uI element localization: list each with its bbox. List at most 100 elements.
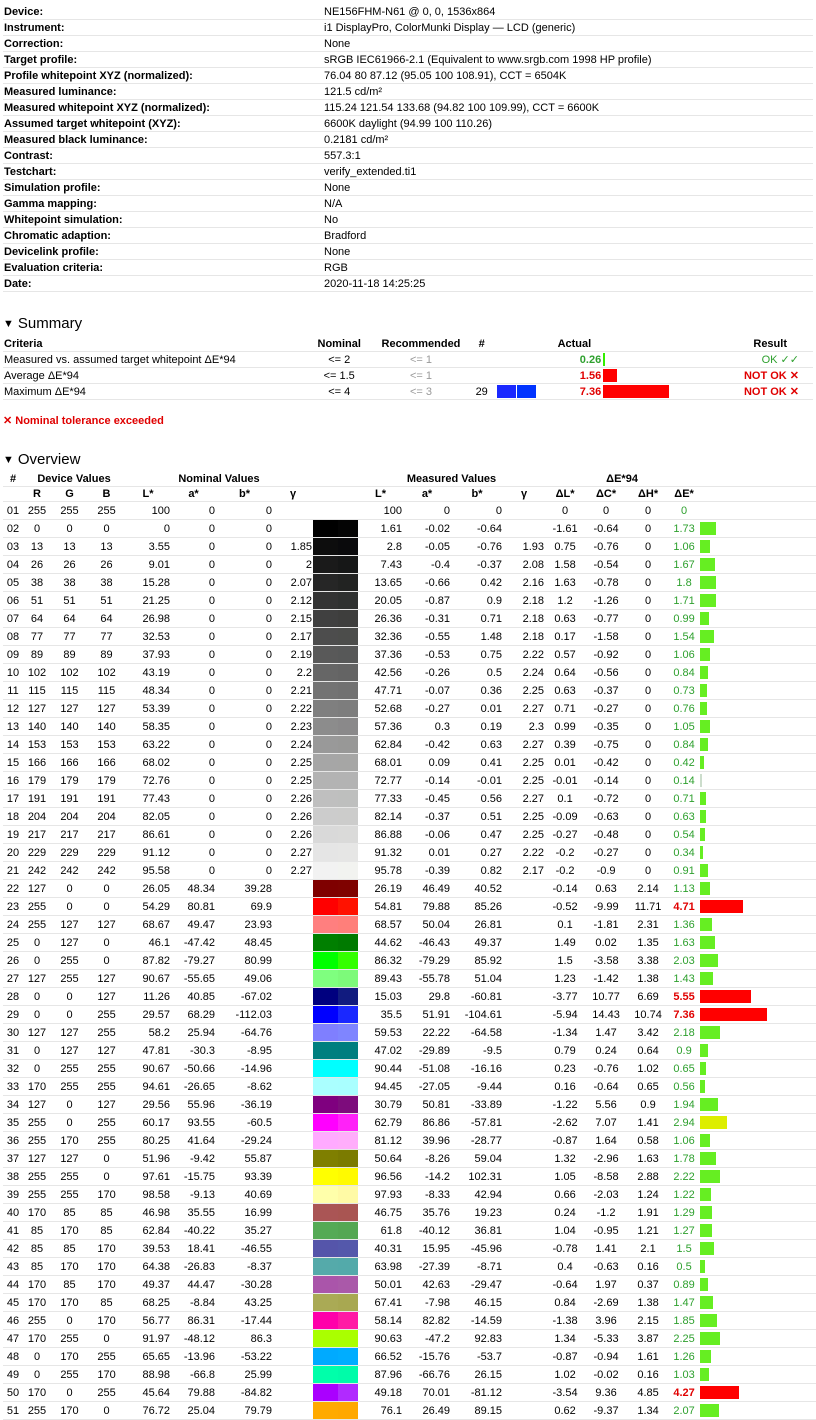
delta-e-bar — [700, 558, 716, 571]
delta-e-bar-cell — [699, 951, 816, 970]
delta-c: -0.56 — [585, 663, 628, 682]
nominal-a: 0 — [171, 501, 217, 520]
delta-h: 0.65 — [627, 1077, 670, 1096]
measured-color-swatch — [338, 717, 359, 736]
patch-number: 43 — [3, 1257, 23, 1276]
delta-c: -0.64 — [585, 1077, 628, 1096]
device-g: 255 — [51, 1185, 88, 1204]
nominal-a: 0 — [171, 843, 217, 862]
overview-row: 03 13 13 13 3.55 0 0 1.85 2.8 -0.05 -0.76 1.93 0.75-… — [3, 537, 816, 556]
device-r: 127 — [23, 1023, 51, 1042]
info-table: Device: NE156FHM-N61 @ 0, 0, 1536x864 Inst… — [3, 4, 813, 292]
nominal-gamma — [273, 951, 314, 970]
nominal-l: 51.96 — [125, 1149, 172, 1168]
measured-color-swatch — [338, 1329, 359, 1348]
patch-number: 46 — [3, 1311, 23, 1330]
delta-l: -0.27 — [545, 825, 586, 844]
delta-e: 1.78 — [669, 1149, 700, 1168]
measured-l: 86.32 — [358, 951, 404, 970]
delta-l: 0.16 — [545, 1077, 586, 1096]
measured-gamma — [503, 987, 546, 1006]
nominal-l: 86.61 — [125, 825, 172, 844]
measured-gamma: 2.3 — [503, 717, 546, 736]
device-b: 255 — [88, 1347, 126, 1366]
nominal-a: 40.85 — [171, 987, 217, 1006]
device-r: 0 — [23, 933, 51, 952]
delta-e-bar — [700, 774, 703, 787]
device-g: 127 — [51, 699, 88, 718]
delta-l: -0.2 — [545, 861, 586, 880]
device-r: 170 — [23, 1329, 51, 1348]
measured-gamma — [503, 1401, 546, 1420]
measured-a: -47.2 — [403, 1329, 452, 1348]
measured-l: 81.12 — [358, 1131, 404, 1150]
measured-color-swatch — [338, 699, 359, 718]
measured-l: 66.52 — [358, 1347, 404, 1366]
patch-number: 19 — [3, 825, 23, 844]
nominal-l: 21.25 — [125, 591, 172, 610]
nominal-gamma — [273, 1257, 314, 1276]
nominal-b: 0 — [216, 555, 274, 574]
nominal-gamma — [273, 1149, 314, 1168]
nominal-a: 48.34 — [171, 879, 217, 898]
measured-b: 1.48 — [451, 627, 504, 646]
delta-e: 1.06 — [669, 537, 700, 556]
nominal-l: 87.82 — [125, 951, 172, 970]
measured-color-swatch — [338, 897, 359, 916]
patch-number: 21 — [3, 861, 23, 880]
nominal-color-swatch — [313, 573, 339, 592]
nominal-a: 0 — [171, 861, 217, 880]
measured-color-swatch — [338, 1185, 359, 1204]
device-r: 255 — [23, 1401, 51, 1420]
device-b: 255 — [88, 1059, 126, 1078]
nominal-l: 76.72 — [125, 1401, 172, 1420]
nominal-b: 86.3 — [216, 1329, 274, 1348]
device-g: 0 — [51, 879, 88, 898]
delta-e-bar-cell — [699, 915, 816, 934]
info-value: 0.2181 cd/m² — [323, 131, 813, 148]
delta-e-bar-cell — [699, 555, 816, 574]
delta-e-bar — [700, 882, 711, 895]
delta-l: -0.64 — [545, 1275, 586, 1294]
delta-l: 0.24 — [545, 1203, 586, 1222]
patch-number: 20 — [3, 843, 23, 862]
overview-row: 30 127 127 255 58.2 25.94 -64.76 59.53 22.22 -64.… — [3, 1023, 816, 1042]
measured-gamma: 2.17 — [503, 861, 546, 880]
device-b: 255 — [88, 1113, 126, 1132]
nominal-a: 44.47 — [171, 1275, 217, 1294]
delta-e-bar — [700, 846, 704, 859]
delta-l: 0.1 — [545, 915, 586, 934]
measured-l: 42.56 — [358, 663, 404, 682]
delta-e-bar-cell — [699, 519, 816, 538]
nominal-b: 0 — [216, 501, 274, 520]
delta-h: 2.31 — [627, 915, 670, 934]
nominal-gamma: 2.21 — [273, 681, 314, 700]
delta-h-header: ΔH* — [627, 486, 670, 502]
delta-e-bar — [700, 648, 711, 661]
nominal-a: 0 — [171, 789, 217, 808]
overview-row: 34 127 0 127 29.56 55.96 -36.19 30.79 50.81 -33.8… — [3, 1095, 816, 1114]
measured-b: -57.81 — [451, 1113, 504, 1132]
collapse-triangle-icon[interactable]: ▼ — [3, 318, 14, 330]
nominal-color-swatch — [313, 825, 339, 844]
measured-gamma: 2.08 — [503, 555, 546, 574]
delta-e: 0.42 — [669, 753, 700, 772]
nominal-a: -66.8 — [171, 1365, 217, 1384]
nominal-b: 23.93 — [216, 915, 274, 934]
measured-gamma — [503, 1149, 546, 1168]
nominal-a: 25.04 — [171, 1401, 217, 1420]
collapse-triangle-icon[interactable]: ▼ — [3, 454, 14, 466]
delta-e-bar-cell — [699, 645, 816, 664]
measured-a: -0.07 — [403, 681, 452, 700]
nominal-gamma: 2.22 — [273, 699, 314, 718]
delta-e: 0.91 — [669, 861, 700, 880]
measured-gamma — [503, 1059, 546, 1078]
patch-number: 50 — [3, 1383, 23, 1402]
info-value: None — [323, 179, 813, 196]
info-value: 121.5 cd/m² — [323, 83, 813, 100]
overview-row: 29 0 0 255 29.57 68.29 -112.03 35.5 51.91 -104.61… — [3, 1005, 816, 1024]
device-r: 0 — [23, 1041, 51, 1060]
nominal-b: 0 — [216, 735, 274, 754]
overview-heading[interactable]: ▼ Overview — [3, 448, 813, 472]
summary-heading[interactable]: ▼ Summary — [3, 312, 813, 336]
